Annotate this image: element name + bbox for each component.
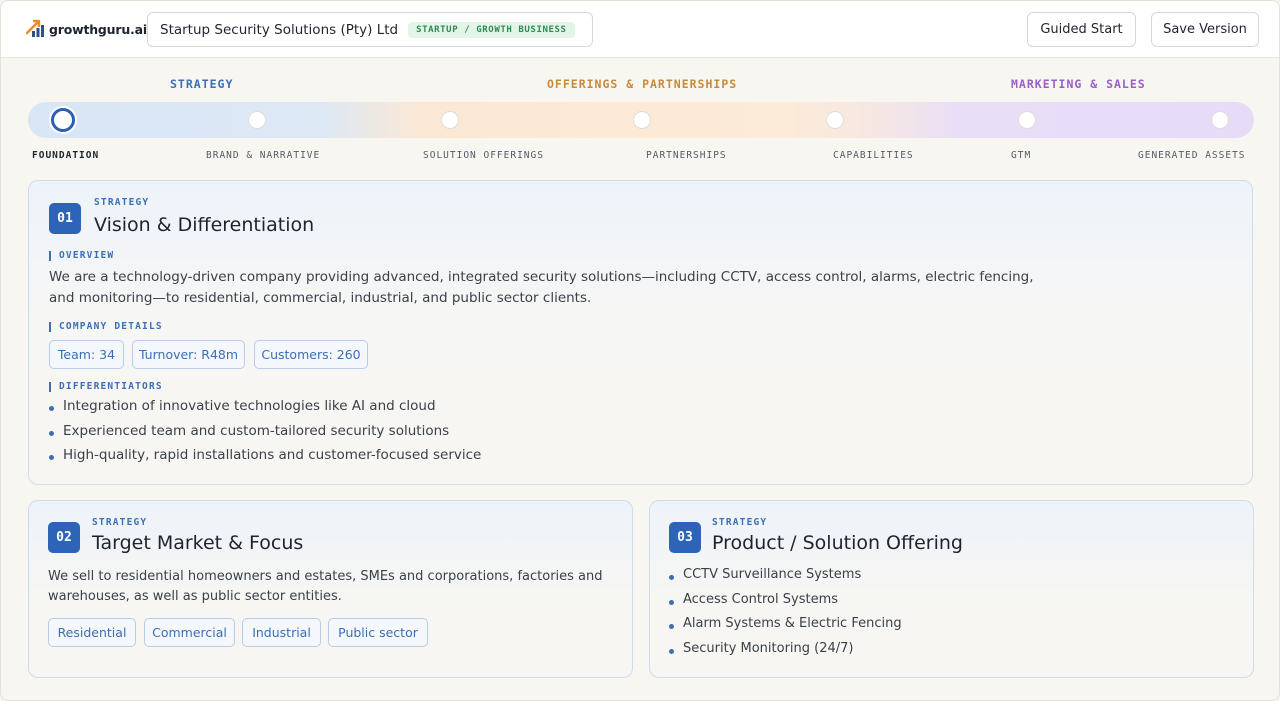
- detail-chip-turnover: Turnover: R48m: [132, 340, 245, 369]
- differentiators-label: DIFFERENTIATORS: [49, 382, 163, 392]
- segment-chip-public-sector: Public sector: [328, 618, 428, 647]
- list-item: CCTV Surveillance Systems: [669, 567, 902, 592]
- list-item: High-quality, rapid installations and cu…: [49, 447, 481, 472]
- product-solution-card[interactable]: 03 STRATEGY Product / Solution Offering …: [649, 500, 1254, 678]
- card-number-badge: 01: [49, 203, 81, 234]
- product-list: CCTV Surveillance Systems Access Control…: [669, 567, 902, 665]
- step-label-generated-assets[interactable]: GENERATED ASSETS: [1138, 150, 1246, 161]
- overview-line-1: We are a technology-driven company provi…: [49, 269, 1034, 285]
- logo[interactable]: growthguru.ai: [26, 19, 147, 39]
- top-header: growthguru.ai Startup Security Solutions…: [1, 1, 1279, 58]
- overview-label: OVERVIEW: [49, 251, 114, 261]
- target-desc-line-1: We sell to residential homeowners and es…: [48, 569, 603, 584]
- detail-chip-team: Team: 34: [49, 340, 124, 369]
- guided-start-button[interactable]: Guided Start: [1027, 12, 1136, 47]
- list-item: Experienced team and custom-tailored sec…: [49, 423, 481, 448]
- segment-chip-commercial: Commercial: [144, 618, 235, 647]
- step-dot-foundation[interactable]: [51, 108, 75, 132]
- list-item: Alarm Systems & Electric Fencing: [669, 616, 902, 641]
- phase-strategy: STRATEGY: [170, 77, 234, 91]
- growth-chart-icon: [26, 19, 44, 37]
- list-item: Access Control Systems: [669, 592, 902, 617]
- company-name: Startup Security Solutions (Pty) Ltd: [160, 21, 399, 38]
- card-eyebrow: STRATEGY: [94, 197, 150, 208]
- save-version-button[interactable]: Save Version: [1151, 12, 1259, 47]
- card-title: Product / Solution Offering: [712, 532, 963, 554]
- step-dot-partnerships[interactable]: [633, 111, 651, 129]
- overview-line-2: and monitoring—to residential, commercia…: [49, 290, 592, 306]
- overview-text: We are a technology-driven company provi…: [49, 267, 1149, 309]
- card-eyebrow: STRATEGY: [92, 517, 148, 528]
- step-dot-brand-narrative[interactable]: [248, 111, 266, 129]
- card-title: Vision & Differentiation: [94, 214, 315, 236]
- app-frame: growthguru.ai Startup Security Solutions…: [0, 0, 1280, 701]
- step-dot-generated-assets[interactable]: [1211, 111, 1229, 129]
- stage-badge: STARTUP / GROWTH BUSINESS: [408, 21, 575, 38]
- step-label-capabilities[interactable]: CAPABILITIES: [833, 150, 914, 161]
- step-dot-capabilities[interactable]: [826, 111, 844, 129]
- list-item: Security Monitoring (24/7): [669, 641, 902, 666]
- step-dot-gtm[interactable]: [1018, 111, 1036, 129]
- detail-chip-customers: Customers: 260: [254, 340, 368, 369]
- step-label-foundation[interactable]: FOUNDATION: [32, 150, 99, 161]
- step-label-solution-offerings[interactable]: SOLUTION OFFERINGS: [423, 150, 544, 161]
- phase-offerings-partnerships: OFFERINGS & PARTNERSHIPS: [547, 77, 738, 91]
- step-dot-solution-offerings[interactable]: [441, 111, 459, 129]
- target-description: We sell to residential homeowners and es…: [48, 567, 608, 607]
- company-details-label: COMPANY DETAILS: [49, 322, 163, 332]
- step-label-gtm[interactable]: GTM: [1011, 150, 1031, 161]
- card-title: Target Market & Focus: [92, 532, 304, 554]
- segment-chip-industrial: Industrial: [242, 618, 321, 647]
- card-eyebrow: STRATEGY: [712, 517, 768, 528]
- list-item: Integration of innovative technologies l…: [49, 398, 481, 423]
- step-label-brand-narrative[interactable]: BRAND & NARRATIVE: [206, 150, 320, 161]
- logo-text: growthguru.ai: [49, 21, 147, 37]
- company-selector[interactable]: Startup Security Solutions (Pty) Ltd STA…: [147, 12, 593, 47]
- target-market-card[interactable]: 02 STRATEGY Target Market & Focus We sel…: [28, 500, 633, 678]
- differentiators-list: Integration of innovative technologies l…: [49, 398, 481, 472]
- vision-differentiation-card[interactable]: 01 STRATEGY Vision & Differentiation OVE…: [28, 180, 1253, 485]
- phase-marketing-sales: MARKETING & SALES: [1011, 77, 1146, 91]
- segment-chip-residential: Residential: [48, 618, 136, 647]
- card-number-badge: 03: [669, 522, 701, 553]
- target-desc-line-2: warehouses, as well as public sector ent…: [48, 589, 342, 604]
- card-number-badge: 02: [48, 522, 80, 553]
- step-label-partnerships[interactable]: PARTNERSHIPS: [646, 150, 727, 161]
